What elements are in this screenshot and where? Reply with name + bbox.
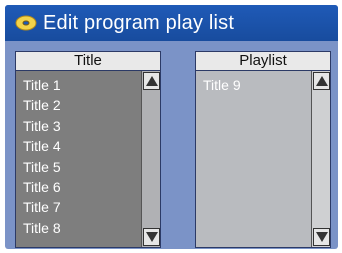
scroll-up-button[interactable] xyxy=(313,72,330,90)
title-list-item[interactable]: Title 7 xyxy=(16,197,142,217)
dialog-title: Edit program play list xyxy=(43,11,235,34)
title-list-item[interactable]: Title 3 xyxy=(16,116,142,136)
disc-icon xyxy=(15,15,37,31)
scroll-down-arrow-icon xyxy=(145,232,158,242)
title-list-scrollbar[interactable] xyxy=(141,71,160,247)
title-list-item[interactable]: Title 6 xyxy=(16,177,142,197)
title-panel: Title Title 1 Title 2 Title 3 Title 4 Ti… xyxy=(15,51,161,248)
scroll-down-button[interactable] xyxy=(313,228,330,246)
playlist-scrollbar[interactable] xyxy=(311,71,330,247)
title-list-item[interactable]: Title 2 xyxy=(16,95,142,115)
scroll-down-arrow-icon xyxy=(315,232,328,242)
title-list-item[interactable]: Title 1 xyxy=(16,75,142,95)
scroll-up-arrow-icon xyxy=(315,76,328,86)
playlist-panel-header: Playlist xyxy=(195,51,331,70)
scroll-up-arrow-icon xyxy=(145,76,158,86)
scroll-up-button[interactable] xyxy=(143,72,160,90)
title-list-box: Title 1 Title 2 Title 3 Title 4 Title 5 … xyxy=(15,70,161,248)
playlist-list: Title 9 xyxy=(196,71,312,247)
playlist-list-item[interactable]: Title 9 xyxy=(196,75,312,95)
title-list-item[interactable]: Title 8 xyxy=(16,218,142,238)
title-list-item[interactable]: Title 5 xyxy=(16,157,142,177)
playlist-panel: Playlist Title 9 xyxy=(195,51,331,248)
title-list: Title 1 Title 2 Title 3 Title 4 Title 5 … xyxy=(16,71,142,247)
scroll-down-button[interactable] xyxy=(143,228,160,246)
title-list-item[interactable]: Title 4 xyxy=(16,136,142,156)
title-bar: Edit program play list xyxy=(5,5,338,41)
playlist-list-box: Title 9 xyxy=(195,70,331,248)
dialog: Edit program play list Title Title 1 Tit… xyxy=(5,5,338,249)
title-panel-header: Title xyxy=(15,51,161,70)
